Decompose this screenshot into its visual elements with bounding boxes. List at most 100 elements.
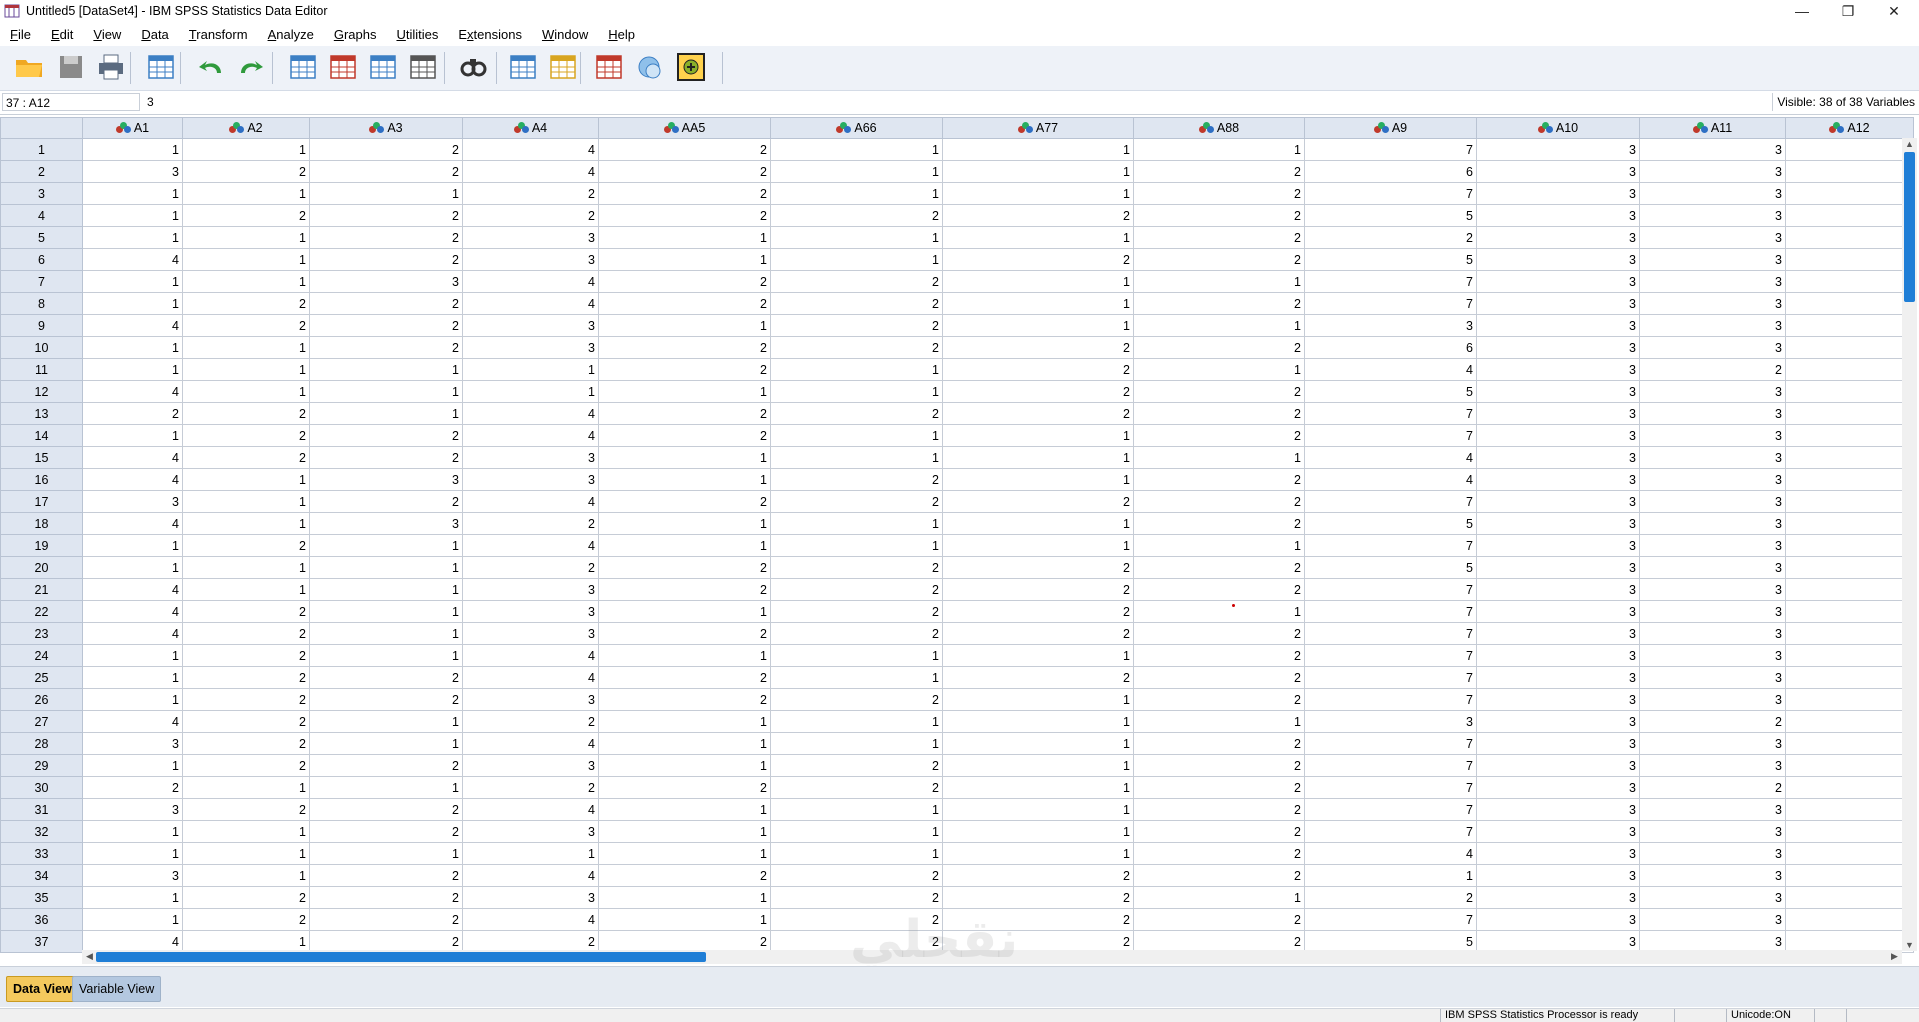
data-cell[interactable]: 2 [1133,776,1305,799]
row-number[interactable]: 26 [0,688,83,711]
row-number[interactable]: 35 [0,886,83,909]
data-cell[interactable]: 3 [82,732,183,755]
data-cell[interactable]: 3 [462,226,599,249]
menu-transform[interactable]: Transform [179,24,258,46]
data-cell[interactable]: 3 [1304,710,1477,733]
vertical-scrollbar[interactable]: ▲ ▼ [1902,138,1917,951]
data-cell[interactable]: 2 [1639,358,1786,381]
data-cell[interactable]: 1 [182,248,310,271]
data-cell[interactable]: 3 [1476,336,1640,359]
data-cell[interactable]: 7 [1304,688,1477,711]
data-cell[interactable]: 1 [182,358,310,381]
cell-value-input[interactable]: 3 [144,93,1767,111]
column-header[interactable]: A88 [1133,117,1305,139]
data-cell[interactable]: 1 [182,820,310,843]
data-cell[interactable]: 1 [309,380,463,403]
data-cell[interactable]: 3 [462,248,599,271]
menu-analyze[interactable]: Analyze [258,24,324,46]
data-cell[interactable]: 3 [1304,314,1477,337]
data-cell[interactable]: 1 [182,578,310,601]
split-file-icon[interactable] [592,50,626,84]
data-cell[interactable]: 2 [942,864,1134,887]
data-cell[interactable]: 1 [309,732,463,755]
data-cell[interactable]: 1 [942,270,1134,293]
data-cell[interactable]: 2 [942,490,1134,513]
data-cell[interactable]: 3 [1639,820,1786,843]
data-cell[interactable]: 2 [1133,556,1305,579]
data-cell[interactable]: 1 [770,666,943,689]
data-cell[interactable]: 2 [1133,798,1305,821]
scroll-up-icon[interactable]: ▲ [1902,139,1917,149]
data-cell[interactable]: 3 [1639,732,1786,755]
find-icon[interactable] [456,50,490,84]
data-cell[interactable]: 1 [598,600,771,623]
data-cell[interactable]: 3 [1639,754,1786,777]
data-cell[interactable]: 4 [462,732,599,755]
row-number[interactable]: 16 [0,468,83,491]
data-cell[interactable]: 3 [1476,886,1640,909]
data-cell[interactable] [1785,160,1914,183]
data-cell[interactable]: 1 [942,754,1134,777]
data-cell[interactable]: 2 [598,204,771,227]
row-number[interactable]: 25 [0,666,83,689]
data-cell[interactable]: 2 [770,292,943,315]
data-cell[interactable]: 2 [309,204,463,227]
data-cell[interactable]: 2 [309,336,463,359]
data-cell[interactable]: 1 [182,556,310,579]
data-cell[interactable]: 1 [309,182,463,205]
data-cell[interactable]: 3 [1476,776,1640,799]
data-cell[interactable]: 3 [1639,446,1786,469]
data-cell[interactable]: 1 [942,842,1134,865]
menu-help[interactable]: Help [598,24,645,46]
data-cell[interactable]: 3 [1639,248,1786,271]
data-cell[interactable]: 2 [598,424,771,447]
data-cell[interactable] [1785,666,1914,689]
data-cell[interactable]: 3 [1476,292,1640,315]
data-cell[interactable]: 1 [942,292,1134,315]
data-cell[interactable]: 3 [462,622,599,645]
data-cell[interactable]: 4 [82,578,183,601]
data-cell[interactable]: 7 [1304,666,1477,689]
data-cell[interactable]: 7 [1304,138,1477,161]
data-cell[interactable] [1785,710,1914,733]
row-number[interactable]: 27 [0,710,83,733]
data-cell[interactable]: 1 [82,358,183,381]
data-cell[interactable]: 3 [1476,270,1640,293]
data-cell[interactable]: 3 [1476,842,1640,865]
data-cell[interactable]: 1 [1133,138,1305,161]
data-cell[interactable]: 2 [309,908,463,931]
row-number[interactable]: 18 [0,512,83,535]
data-cell[interactable]: 3 [82,864,183,887]
horizontal-scrollbar[interactable]: ◀ ▶ [82,950,1902,964]
data-cell[interactable] [1785,402,1914,425]
data-cell[interactable] [1785,248,1914,271]
data-cell[interactable]: 2 [182,754,310,777]
data-cell[interactable]: 3 [1476,226,1640,249]
data-cell[interactable]: 2 [598,336,771,359]
data-cell[interactable]: 7 [1304,776,1477,799]
data-cell[interactable]: 3 [1639,468,1786,491]
data-cell[interactable]: 1 [1133,358,1305,381]
menu-edit[interactable]: Edit [41,24,83,46]
data-cell[interactable]: 3 [1476,864,1640,887]
data-cell[interactable] [1785,556,1914,579]
row-number[interactable]: 3 [0,182,83,205]
data-cell[interactable]: 3 [462,314,599,337]
data-cell[interactable]: 2 [1133,468,1305,491]
data-cell[interactable]: 3 [1639,886,1786,909]
data-cell[interactable]: 2 [309,292,463,315]
data-cell[interactable]: 2 [942,204,1134,227]
data-cell[interactable]: 1 [942,468,1134,491]
data-cell[interactable]: 3 [1476,160,1640,183]
data-cell[interactable]: 2 [770,600,943,623]
data-cell[interactable] [1785,842,1914,865]
data-cell[interactable]: 2 [598,182,771,205]
data-cell[interactable]: 1 [462,358,599,381]
data-cell[interactable]: 2 [1304,886,1477,909]
data-cell[interactable]: 4 [82,446,183,469]
data-cell[interactable]: 1 [942,512,1134,535]
column-header[interactable]: A4 [462,117,599,139]
data-cell[interactable]: 2 [598,864,771,887]
data-cell[interactable]: 5 [1304,204,1477,227]
data-cell[interactable]: 2 [309,820,463,843]
